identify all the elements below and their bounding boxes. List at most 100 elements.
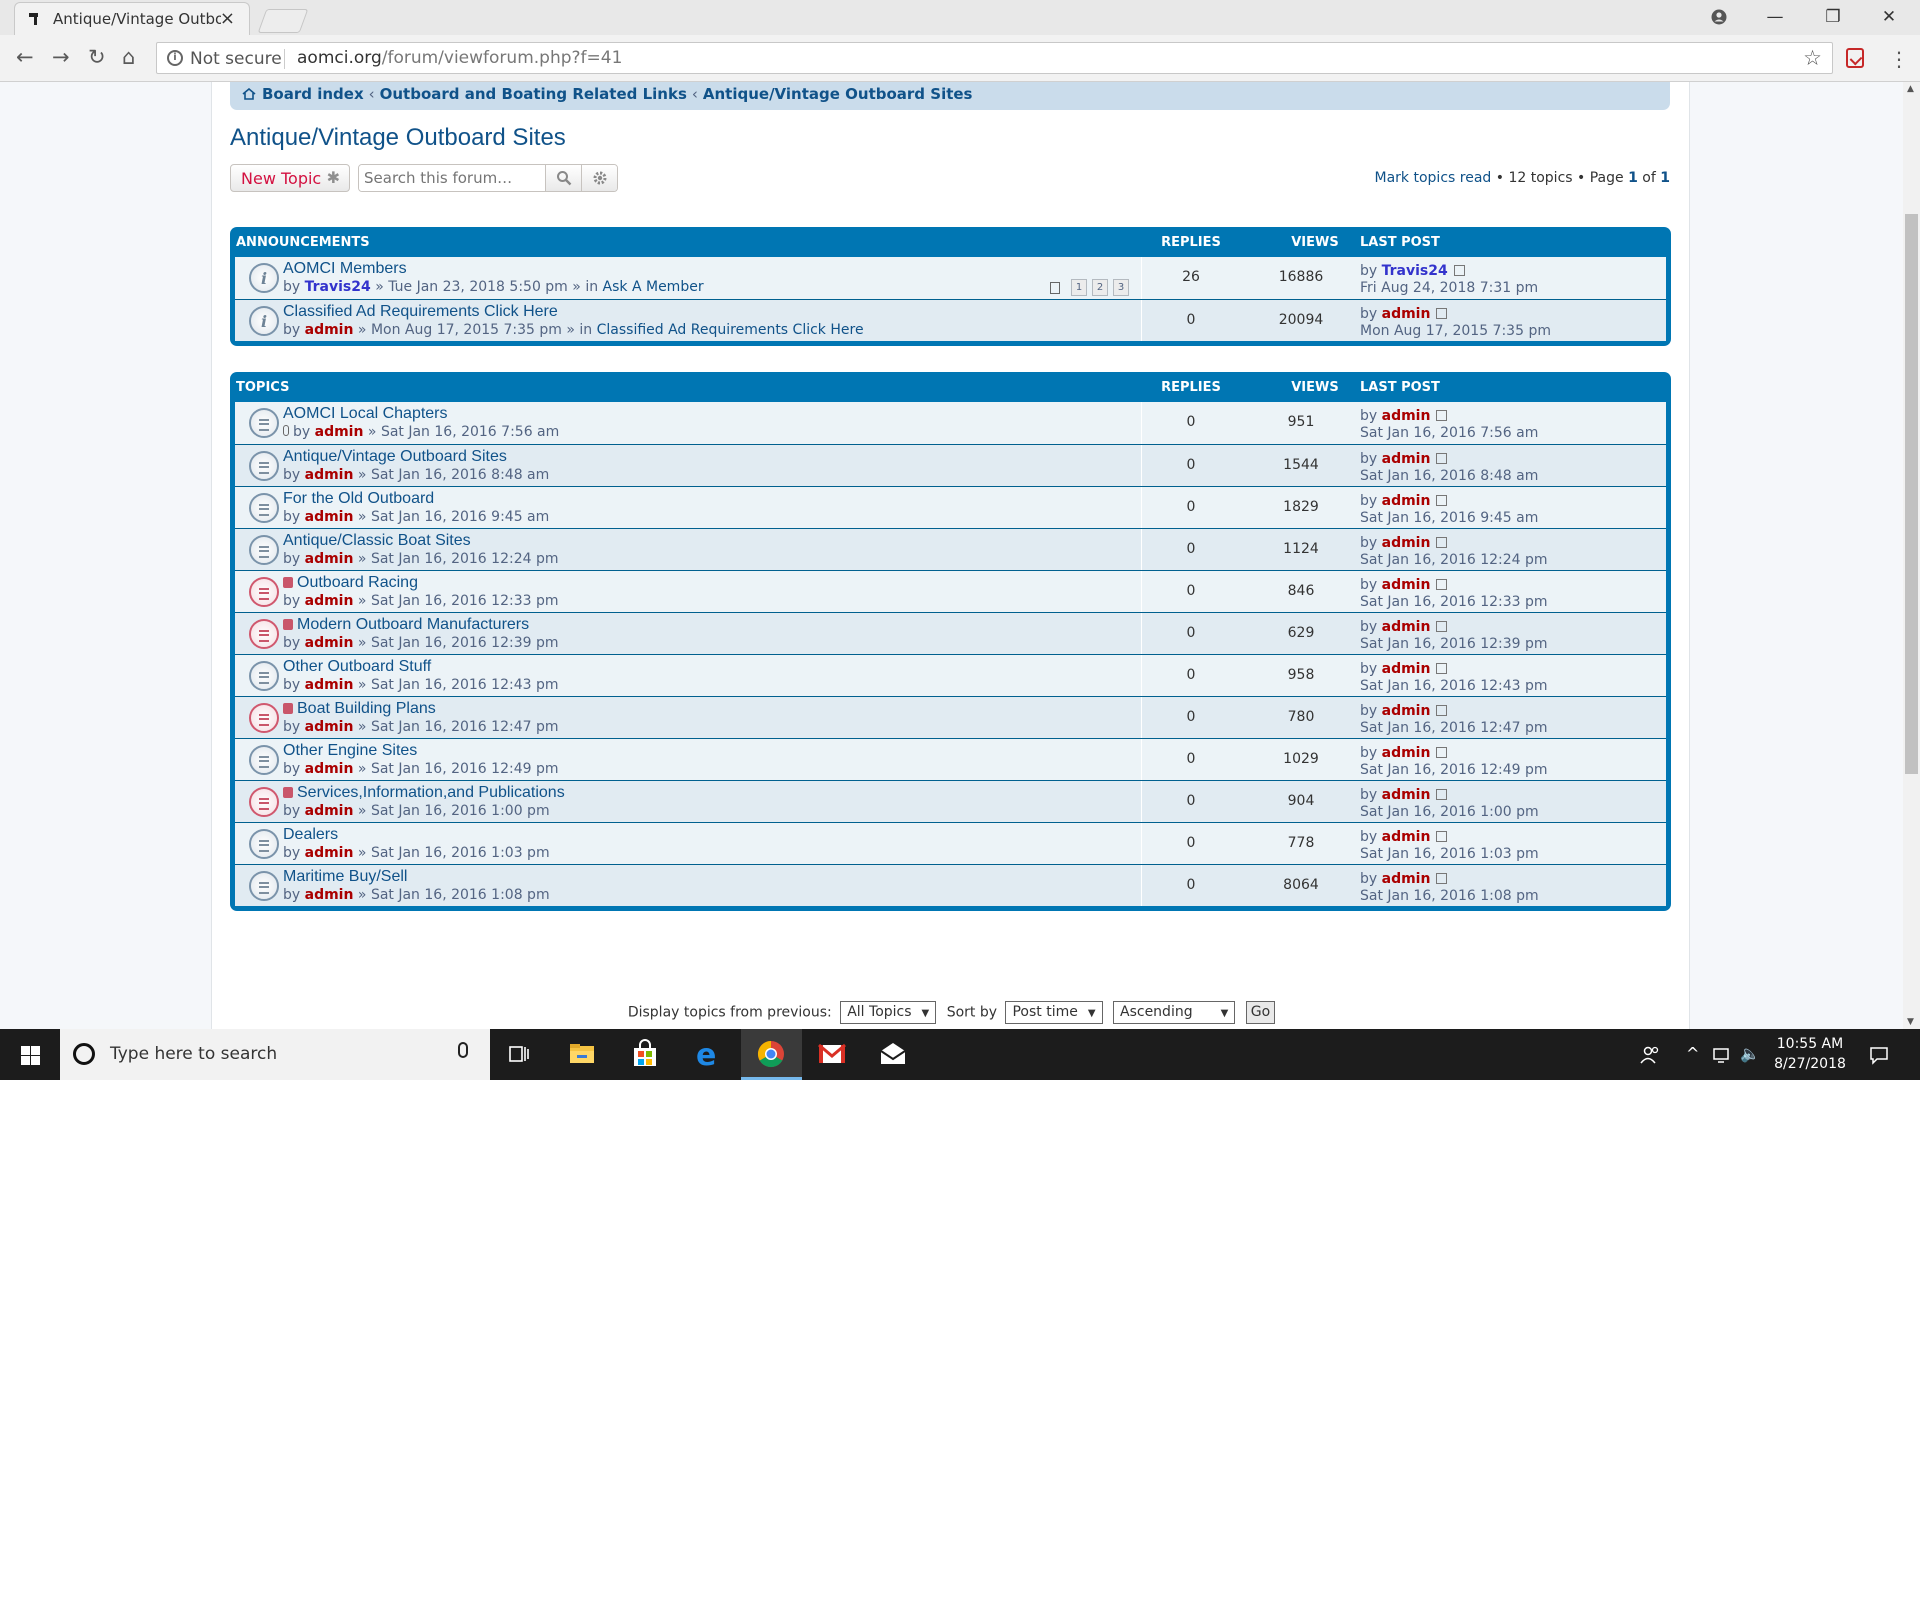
- breadcrumb-current-forum[interactable]: Antique/Vintage Outboard Sites: [703, 85, 973, 103]
- forum-title[interactable]: Antique/Vintage Outboard Sites: [230, 124, 566, 152]
- breadcrumb-board-index[interactable]: Board index: [262, 85, 364, 103]
- last-post-author-link[interactable]: admin: [1382, 577, 1431, 593]
- last-post-author-link[interactable]: Travis24: [1382, 263, 1448, 279]
- view-latest-post-icon[interactable]: [1436, 495, 1448, 506]
- reload-icon[interactable]: ↻: [88, 45, 106, 69]
- author-link[interactable]: Travis24: [305, 279, 371, 295]
- view-latest-post-icon[interactable]: [1436, 873, 1448, 884]
- in-forum-link[interactable]: Ask A Member: [603, 279, 704, 295]
- last-post-author-link[interactable]: admin: [1382, 535, 1431, 551]
- mark-topics-read-link[interactable]: Mark topics read: [1375, 170, 1492, 186]
- tab-close-icon[interactable]: ×: [220, 8, 235, 29]
- topic-title-link[interactable]: Services,Information,and Publications: [297, 784, 565, 801]
- taskbar-search[interactable]: Type here to search: [60, 1029, 490, 1080]
- author-link[interactable]: admin: [315, 424, 364, 440]
- go-button[interactable]: Go: [1245, 1001, 1276, 1024]
- microphone-icon[interactable]: [458, 1042, 468, 1058]
- profile-icon[interactable]: [1696, 0, 1742, 35]
- page-link[interactable]: 3: [1113, 279, 1129, 296]
- last-post-author-link[interactable]: admin: [1382, 829, 1431, 845]
- address-bar[interactable]: i Not secure aomci.org/forum/viewforum.p…: [156, 42, 1833, 74]
- author-link[interactable]: admin: [305, 322, 354, 338]
- info-icon[interactable]: i: [167, 50, 183, 66]
- chevron-up-icon[interactable]: ^: [1686, 1044, 1699, 1063]
- system-clock[interactable]: 10:55 AM 8/27/2018: [1770, 1034, 1850, 1074]
- close-window-icon[interactable]: ✕: [1866, 0, 1912, 35]
- store-icon[interactable]: [630, 1039, 660, 1069]
- topic-title-link[interactable]: Outboard Racing: [297, 574, 418, 591]
- author-link[interactable]: admin: [305, 887, 354, 903]
- breadcrumb-outboard-links[interactable]: Outboard and Boating Related Links: [380, 85, 687, 103]
- last-post-author-link[interactable]: admin: [1382, 871, 1431, 887]
- author-link[interactable]: admin: [305, 761, 354, 777]
- last-post-author-link[interactable]: admin: [1382, 408, 1431, 424]
- view-latest-post-icon[interactable]: [1436, 789, 1448, 800]
- last-post-author-link[interactable]: admin: [1382, 306, 1431, 322]
- action-center-icon[interactable]: [1869, 1045, 1889, 1065]
- topic-title-link[interactable]: Other Outboard Stuff: [283, 658, 431, 675]
- last-post-author-link[interactable]: admin: [1382, 661, 1431, 677]
- page-link[interactable]: 1: [1071, 279, 1087, 296]
- topic-title-link[interactable]: Antique/Classic Boat Sites: [283, 532, 471, 549]
- topic-title-link[interactable]: For the Old Outboard: [283, 490, 434, 507]
- topic-title-link[interactable]: Antique/Vintage Outboard Sites: [283, 448, 507, 465]
- new-topic-button[interactable]: New Topic ✱: [230, 164, 350, 192]
- task-view-icon[interactable]: [504, 1039, 534, 1069]
- last-post-author-link[interactable]: admin: [1382, 745, 1431, 761]
- page-link[interactable]: 2: [1092, 279, 1108, 296]
- bookmark-star-icon[interactable]: ☆: [1803, 46, 1822, 70]
- search-button[interactable]: [545, 165, 582, 191]
- topic-title-link[interactable]: Modern Outboard Manufacturers: [297, 616, 529, 633]
- minimize-icon[interactable]: —: [1752, 0, 1798, 35]
- forum-search-input[interactable]: [359, 165, 555, 191]
- last-post-author-link[interactable]: admin: [1382, 703, 1431, 719]
- forward-icon[interactable]: →: [52, 45, 70, 69]
- people-icon[interactable]: [1640, 1045, 1660, 1065]
- author-link[interactable]: admin: [305, 467, 354, 483]
- view-latest-post-icon[interactable]: [1436, 453, 1448, 464]
- author-link[interactable]: admin: [305, 677, 354, 693]
- scrollbar-thumb[interactable]: [1905, 214, 1918, 774]
- gmail-icon[interactable]: [817, 1039, 847, 1069]
- back-icon[interactable]: ←: [16, 45, 34, 69]
- file-explorer-icon[interactable]: [567, 1039, 597, 1069]
- sort-order-select[interactable]: Ascending ▼: [1113, 1001, 1236, 1024]
- home-icon[interactable]: ⌂: [122, 45, 135, 69]
- in-forum-link[interactable]: Classified Ad Requirements Click Here: [597, 322, 864, 338]
- extension-pocket-icon[interactable]: [1846, 48, 1864, 68]
- vertical-scrollbar[interactable]: ▲ ▼: [1903, 82, 1920, 1029]
- topic-title-link[interactable]: AOMCI Local Chapters: [283, 405, 448, 422]
- mail-icon[interactable]: [878, 1039, 908, 1069]
- author-link[interactable]: admin: [305, 509, 354, 525]
- view-latest-post-icon[interactable]: [1436, 410, 1448, 421]
- chrome-icon[interactable]: [756, 1039, 786, 1069]
- volume-icon[interactable]: 🔈: [1740, 1044, 1760, 1063]
- author-link[interactable]: admin: [305, 845, 354, 861]
- last-post-author-link[interactable]: admin: [1382, 619, 1431, 635]
- author-link[interactable]: admin: [305, 635, 354, 651]
- network-icon[interactable]: [1712, 1046, 1732, 1064]
- author-link[interactable]: admin: [305, 803, 354, 819]
- last-post-author-link[interactable]: admin: [1382, 451, 1431, 467]
- last-post-author-link[interactable]: admin: [1382, 787, 1431, 803]
- topic-title-link[interactable]: Other Engine Sites: [283, 742, 417, 759]
- last-post-author-link[interactable]: admin: [1382, 493, 1431, 509]
- view-latest-post-icon[interactable]: [1436, 537, 1448, 548]
- url-text[interactable]: aomci.org/forum/viewforum.php?f=41: [297, 48, 622, 68]
- view-latest-post-icon[interactable]: [1436, 621, 1448, 632]
- view-latest-post-icon[interactable]: [1436, 705, 1448, 716]
- view-latest-post-icon[interactable]: [1436, 308, 1448, 319]
- view-latest-post-icon[interactable]: [1436, 747, 1448, 758]
- view-latest-post-icon[interactable]: [1453, 265, 1465, 276]
- start-button[interactable]: [0, 1029, 60, 1080]
- browser-menu-icon[interactable]: ⋮: [1889, 47, 1909, 71]
- topic-title-link[interactable]: Boat Building Plans: [297, 700, 436, 717]
- scroll-down-arrow-icon[interactable]: ▼: [1907, 1017, 1914, 1027]
- edge-browser-icon[interactable]: e: [693, 1039, 723, 1069]
- author-link[interactable]: admin: [305, 551, 354, 567]
- author-link[interactable]: admin: [305, 593, 354, 609]
- topic-title-link[interactable]: Dealers: [283, 826, 338, 843]
- restore-icon[interactable]: ❐: [1810, 0, 1856, 35]
- author-link[interactable]: admin: [305, 719, 354, 735]
- view-latest-post-icon[interactable]: [1436, 663, 1448, 674]
